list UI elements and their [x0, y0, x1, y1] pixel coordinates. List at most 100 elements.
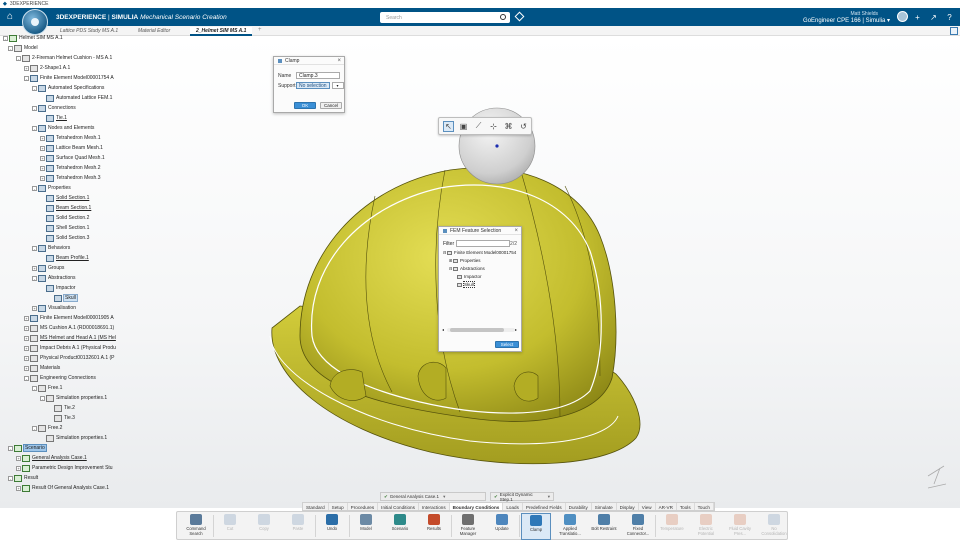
collapse-icon[interactable]: -	[24, 375, 29, 381]
tree-node[interactable]: Impactor	[40, 284, 75, 292]
tree-node[interactable]: + Lattice Beam Mesh.1	[40, 144, 103, 152]
tab-helmet-sim[interactable]: 2_Helmet SIM MS A.1	[190, 27, 253, 36]
support-selector[interactable]: No selection	[296, 82, 330, 89]
cut-button[interactable]: Cut	[215, 513, 245, 540]
results-button[interactable]: Results	[419, 513, 449, 540]
tree-node[interactable]: + Physical Product00132601 A.1 (P	[24, 354, 115, 362]
tree-node[interactable]: - Connections	[32, 104, 76, 112]
tab-predefined-fields[interactable]: Predefined Fields	[523, 503, 566, 510]
expand-icon[interactable]: +	[40, 175, 45, 181]
select-button[interactable]: Select	[495, 341, 519, 348]
tree-node[interactable]: - Result	[8, 474, 38, 482]
collapse-icon[interactable]: -	[8, 475, 13, 481]
temperature-button[interactable]: Temperature	[657, 513, 687, 540]
point-select-icon[interactable]: ⊹	[488, 121, 499, 132]
face-select-icon[interactable]: ▣	[458, 121, 469, 132]
collapse-icon[interactable]: -	[16, 55, 21, 61]
paste-button[interactable]: Paste	[283, 513, 313, 540]
tree-node[interactable]: Simulation properties.1	[40, 434, 107, 442]
expand-icon[interactable]: +	[16, 455, 21, 461]
ok-button[interactable]: OK	[294, 102, 316, 109]
tree-node[interactable]: + Tetrahedron Mesh.3	[40, 174, 100, 182]
close-icon[interactable]: ×	[337, 58, 341, 64]
scenario-button[interactable]: Scenario	[385, 513, 415, 540]
tab-interactions[interactable]: Interactions	[419, 503, 450, 510]
collapse-icon[interactable]: -	[32, 185, 37, 191]
propagate-icon[interactable]: ↺	[518, 121, 529, 132]
tab-standard[interactable]: Standard	[303, 503, 329, 510]
tree-node[interactable]: Tie.1	[40, 114, 67, 122]
collapse-icon[interactable]: -	[32, 125, 37, 131]
chevron-down-icon[interactable]: ▾	[548, 494, 550, 500]
fixed-connector-button[interactable]: Fixed Connector...	[623, 513, 653, 540]
tree-node[interactable]: + Groups	[32, 264, 64, 272]
tree-node[interactable]: Beam Section.1	[40, 204, 91, 212]
select-cursor-icon[interactable]: ↖	[443, 120, 454, 132]
share-icon[interactable]: ↗	[929, 13, 938, 22]
collapse-icon[interactable]: -	[3, 35, 8, 41]
edge-select-icon[interactable]: ⟋	[473, 121, 484, 132]
collapse-icon[interactable]: -	[32, 105, 37, 111]
chevron-down-icon[interactable]: ▾	[443, 494, 445, 500]
expand-icon[interactable]: +	[16, 465, 21, 471]
tree-node[interactable]: + Finite Element Model00001905 A	[24, 314, 114, 322]
scroll-left-icon[interactable]: ◂	[442, 327, 444, 332]
tree-node[interactable]: Solid Section.3	[40, 234, 89, 242]
tree-node[interactable]: + Tetrahedron Mesh.2	[40, 164, 100, 172]
tree-node[interactable]: Tie.2	[48, 404, 75, 412]
expand-icon[interactable]: +	[24, 345, 29, 351]
search-icon[interactable]	[500, 14, 506, 20]
platform-label[interactable]: GoEngineer CPE 166 | Simulia ▾	[803, 17, 890, 24]
tree-node[interactable]: - Properties	[32, 184, 71, 192]
bolt-restraint-button[interactable]: Bolt Restraint	[589, 513, 619, 540]
tab-boundary-conditions[interactable]: Boundary Conditions	[449, 503, 504, 510]
tab-loads[interactable]: Loads	[503, 503, 523, 510]
fem-node-abstractions[interactable]: ⊟ Abstractions	[449, 266, 485, 271]
tree-node[interactable]: + Result Of General Analysis Case.1	[16, 484, 109, 492]
tab-initial-conditions[interactable]: Initial Conditions	[378, 503, 419, 510]
tree-node[interactable]: Solid Section.1	[40, 194, 89, 202]
horizontal-scrollbar[interactable]	[447, 328, 515, 332]
expand-icon[interactable]: +	[40, 135, 45, 141]
tree-node[interactable]: - Nodes and Elements	[32, 124, 94, 132]
cancel-button[interactable]: Cancel	[320, 102, 342, 109]
scrollbar-thumb[interactable]	[450, 328, 504, 332]
expand-icon[interactable]: +	[40, 165, 45, 171]
copy-button[interactable]: Copy	[249, 513, 279, 540]
command-search-button[interactable]: Command Search	[181, 513, 211, 540]
update-button[interactable]: Update	[487, 513, 517, 540]
expand-icon[interactable]: +	[16, 485, 21, 491]
tree-node[interactable]: Beam Profile.1	[40, 254, 89, 262]
tree-node[interactable]: - Finite Element Model00001754 A	[24, 74, 114, 82]
step-selector[interactable]: ✔ Explicit Dynamic Step.1 ▾	[490, 492, 554, 502]
tree-node[interactable]: + MS Cushion A.1 (RD00018691.1)	[24, 324, 114, 332]
tree-node[interactable]: - Helmet SIM MS A.1	[3, 34, 63, 42]
tree-node[interactable]: Automated Lattice FEM.1	[40, 94, 112, 102]
expand-icon[interactable]: +	[24, 365, 29, 371]
expand-icon[interactable]: +	[24, 355, 29, 361]
tab-ar-vr[interactable]: AR-VR	[656, 503, 677, 510]
expand-icon[interactable]: +	[32, 265, 37, 271]
tree-node[interactable]: - Model	[8, 44, 38, 52]
tab-procedures[interactable]: Procedures	[348, 503, 379, 510]
collapse-icon[interactable]: -	[40, 395, 45, 401]
tab-simulate[interactable]: Simulate	[592, 503, 617, 510]
tree-node[interactable]: + Impact Debris A.1 (Physical Produ	[24, 344, 116, 352]
tree-node[interactable]: - Scenario	[8, 444, 47, 452]
applied-translatio-button[interactable]: Applied Translatio...	[555, 513, 585, 540]
name-field[interactable]: Clamp.3	[296, 72, 340, 79]
tab-setup[interactable]: Setup	[329, 503, 348, 510]
tree-node[interactable]: Shell Section.1	[40, 224, 89, 232]
tree-node[interactable]: - Free.2	[32, 424, 62, 432]
tree-node[interactable]: + Materials	[24, 364, 60, 372]
collapse-icon[interactable]: -	[8, 445, 13, 451]
expand-icon[interactable]: +	[40, 155, 45, 161]
tree-node[interactable]: +2-Shape1 A.1	[24, 64, 70, 72]
tree-node[interactable]: - Engineering Connections	[24, 374, 96, 382]
fem-node-skull[interactable]: Skull	[457, 281, 475, 288]
tab-display[interactable]: Display	[617, 503, 639, 510]
tab-material-editor[interactable]: Material Editor	[132, 27, 176, 36]
search-input[interactable]: Search	[380, 12, 510, 23]
support-options-icon[interactable]: ▾	[331, 82, 344, 89]
tree-node[interactable]: Solid Section.2	[40, 214, 89, 222]
